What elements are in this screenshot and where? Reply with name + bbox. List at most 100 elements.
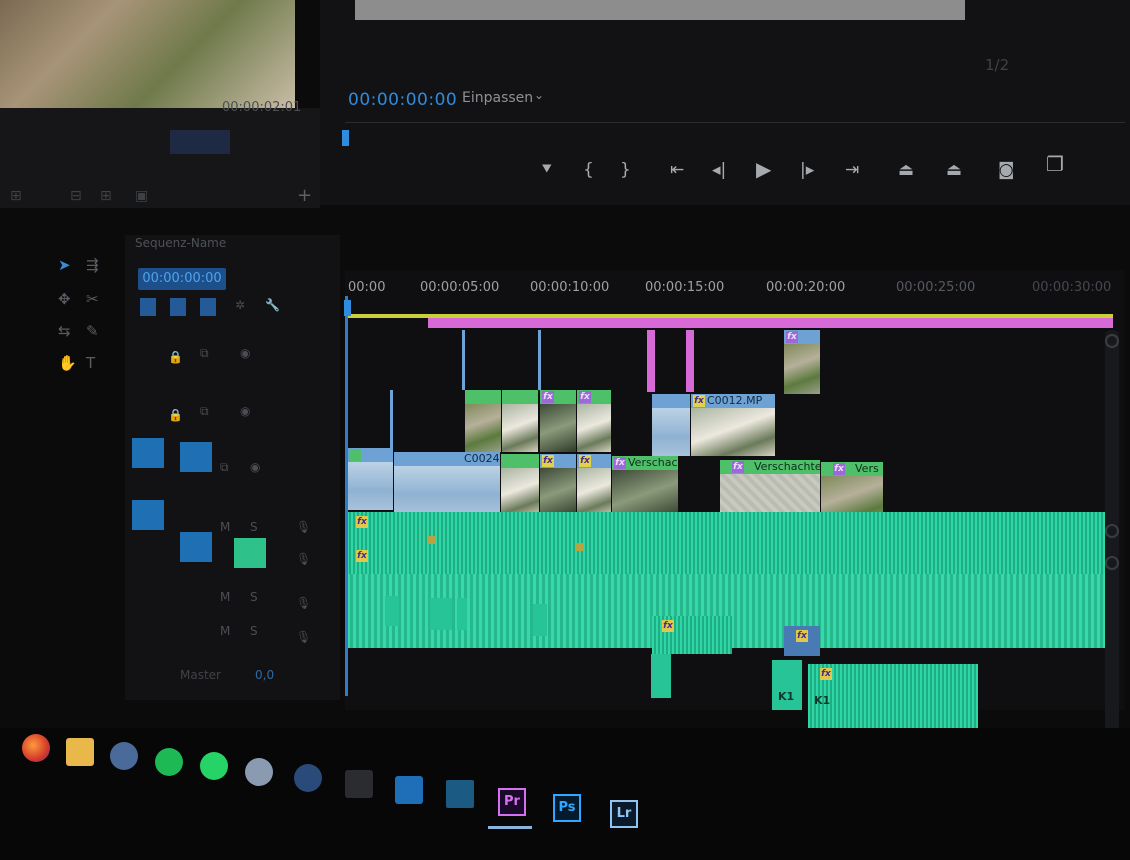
eye-icon[interactable]: ◉ bbox=[250, 460, 260, 474]
selection-tool-icon[interactable]: ➤ bbox=[58, 256, 71, 274]
eye-icon[interactable]: ◉ bbox=[240, 404, 250, 418]
wrench-icon[interactable]: 🔧 bbox=[265, 298, 280, 312]
video-clip-v2[interactable]: fx bbox=[577, 390, 611, 452]
pink-clip[interactable] bbox=[686, 330, 694, 392]
export-frame-icon[interactable]: ◙ bbox=[998, 160, 1015, 180]
lift-icon[interactable]: ⏏ bbox=[898, 160, 914, 180]
step-back-icon[interactable]: ◂| bbox=[712, 160, 726, 180]
track-target-a1[interactable] bbox=[180, 532, 212, 562]
snap-toggle[interactable] bbox=[140, 298, 156, 316]
mute-icon[interactable]: M bbox=[220, 624, 230, 638]
solo-track-button[interactable] bbox=[234, 538, 266, 568]
sequence-tab[interactable]: Sequenz-Name bbox=[135, 236, 226, 250]
export-frame-icon[interactable]: ▣ bbox=[135, 188, 148, 204]
go-to-out-icon[interactable]: ⇥ bbox=[845, 160, 859, 180]
scrollbar-handle-top[interactable] bbox=[1105, 334, 1119, 348]
keyframe-marker[interactable] bbox=[575, 543, 583, 551]
whatsapp-icon[interactable] bbox=[200, 752, 228, 780]
marker-icon[interactable]: ⯆ bbox=[540, 160, 554, 180]
steam-icon[interactable] bbox=[294, 764, 322, 792]
mic-icon[interactable]: 🎙 bbox=[296, 552, 311, 566]
solo-icon[interactable]: S bbox=[250, 520, 258, 534]
source-track-target-a1[interactable] bbox=[132, 500, 164, 530]
file-explorer-icon[interactable] bbox=[66, 738, 94, 766]
track-target-v1[interactable] bbox=[180, 442, 212, 472]
clip-edge[interactable] bbox=[538, 330, 541, 390]
playhead-handle[interactable] bbox=[344, 300, 351, 316]
premiere-pro-icon[interactable]: Pr bbox=[498, 788, 526, 816]
slip-icon[interactable]: ⇆ bbox=[58, 322, 71, 340]
type-tool-icon[interactable]: T bbox=[86, 354, 95, 372]
extract-icon[interactable]: ⏏ bbox=[946, 160, 962, 180]
ripple-edit-icon[interactable]: ✥ bbox=[58, 290, 71, 308]
keyframe-marker[interactable] bbox=[428, 536, 436, 544]
program-ruler[interactable] bbox=[345, 122, 1125, 145]
mute-icon[interactable]: M bbox=[220, 590, 230, 604]
insert-icon[interactable]: ⊞ bbox=[10, 188, 22, 204]
add-button-icon[interactable]: + bbox=[297, 185, 312, 206]
video-clip-v1[interactable] bbox=[347, 448, 393, 510]
add-marker-button[interactable] bbox=[200, 298, 216, 316]
track-select-icon[interactable]: ⇶ bbox=[86, 256, 99, 274]
program-playhead[interactable] bbox=[342, 130, 349, 146]
audio-clip-sfx[interactable] bbox=[385, 596, 399, 626]
audio-clip-sfx[interactable] bbox=[651, 654, 671, 698]
linked-selection-toggle[interactable] bbox=[170, 298, 186, 316]
mute-icon[interactable]: M bbox=[220, 520, 230, 534]
video-clip-v2[interactable] bbox=[502, 390, 538, 452]
video-clip-v1[interactable]: fx bbox=[540, 454, 576, 516]
scrollbar-handle-mid[interactable] bbox=[1105, 524, 1119, 538]
app-icon[interactable] bbox=[345, 770, 373, 798]
solo-icon[interactable]: S bbox=[250, 624, 258, 638]
sequence-timecode[interactable]: 00:00:00:00 bbox=[138, 268, 226, 290]
video-clip-v2[interactable] bbox=[652, 394, 690, 456]
video-clip-v2[interactable] bbox=[465, 390, 501, 452]
vertical-scrollbar[interactable] bbox=[1105, 330, 1119, 770]
audio-clip-sfx[interactable] bbox=[533, 604, 547, 636]
app-icon[interactable] bbox=[446, 780, 474, 808]
app-icon[interactable] bbox=[110, 742, 138, 770]
video-clip-c0024[interactable]: C0024 bbox=[394, 452, 500, 514]
mic-icon[interactable]: 🎙 bbox=[296, 520, 311, 534]
lightroom-icon[interactable]: Lr bbox=[610, 800, 638, 828]
solo-icon[interactable]: S bbox=[250, 590, 258, 604]
pen-icon[interactable]: ✎ bbox=[86, 322, 99, 340]
go-to-in-icon[interactable]: ⇤ bbox=[670, 160, 684, 180]
settings-icon[interactable]: ✲ bbox=[235, 298, 245, 312]
mark-in-icon[interactable]: { bbox=[583, 160, 594, 180]
lock-icon[interactable]: 🔒 bbox=[168, 350, 183, 364]
audio-clip-a2[interactable] bbox=[347, 546, 1110, 576]
eye-icon[interactable]: ◉ bbox=[240, 346, 250, 360]
fit-select[interactable]: Einpassen bbox=[462, 90, 533, 106]
source-zoom-bar[interactable] bbox=[170, 130, 230, 154]
pink-clip[interactable] bbox=[647, 330, 655, 392]
audio-clip-a1[interactable] bbox=[347, 512, 1110, 548]
app-icon[interactable] bbox=[245, 758, 273, 786]
spotify-icon[interactable] bbox=[155, 748, 183, 776]
compare-icon[interactable]: ❐ bbox=[1046, 152, 1064, 176]
nested-sequence-clip[interactable]: fxVerschachtelt bbox=[612, 456, 678, 518]
source-timecode[interactable]: 00:00:02:01 bbox=[222, 100, 301, 115]
program-timecode[interactable]: 00:00:00:00 bbox=[348, 90, 457, 110]
step-forward-icon[interactable]: |▸ bbox=[800, 160, 814, 180]
razor-icon[interactable]: ✂ bbox=[86, 290, 99, 308]
play-icon[interactable]: ▶ bbox=[756, 157, 771, 181]
photoshop-icon[interactable]: Ps bbox=[553, 794, 581, 822]
mic-icon[interactable]: 🎙 bbox=[296, 596, 311, 610]
source-track-target-v1[interactable] bbox=[132, 438, 164, 468]
mic-icon[interactable]: 🎙 bbox=[296, 630, 311, 644]
app-icon[interactable] bbox=[395, 776, 423, 804]
video-clip-v3[interactable]: fx bbox=[784, 330, 820, 394]
hand-icon[interactable]: ✋ bbox=[58, 354, 77, 372]
clip-edge[interactable] bbox=[462, 330, 465, 390]
clip-edge[interactable] bbox=[390, 390, 393, 450]
lift-icon[interactable]: ⊞ bbox=[100, 188, 112, 204]
audio-clip-k1[interactable] bbox=[808, 664, 978, 728]
chevron-down-icon[interactable]: ⌄ bbox=[534, 88, 544, 102]
audio-clip-sfx[interactable] bbox=[430, 598, 452, 630]
timeline-playhead[interactable] bbox=[345, 296, 348, 696]
lock-icon[interactable]: 🔒 bbox=[168, 408, 183, 422]
sync-lock-icon[interactable]: ⧉ bbox=[200, 404, 209, 419]
mark-out-icon[interactable]: } bbox=[620, 160, 631, 180]
overwrite-icon[interactable]: ⊟ bbox=[70, 188, 82, 204]
